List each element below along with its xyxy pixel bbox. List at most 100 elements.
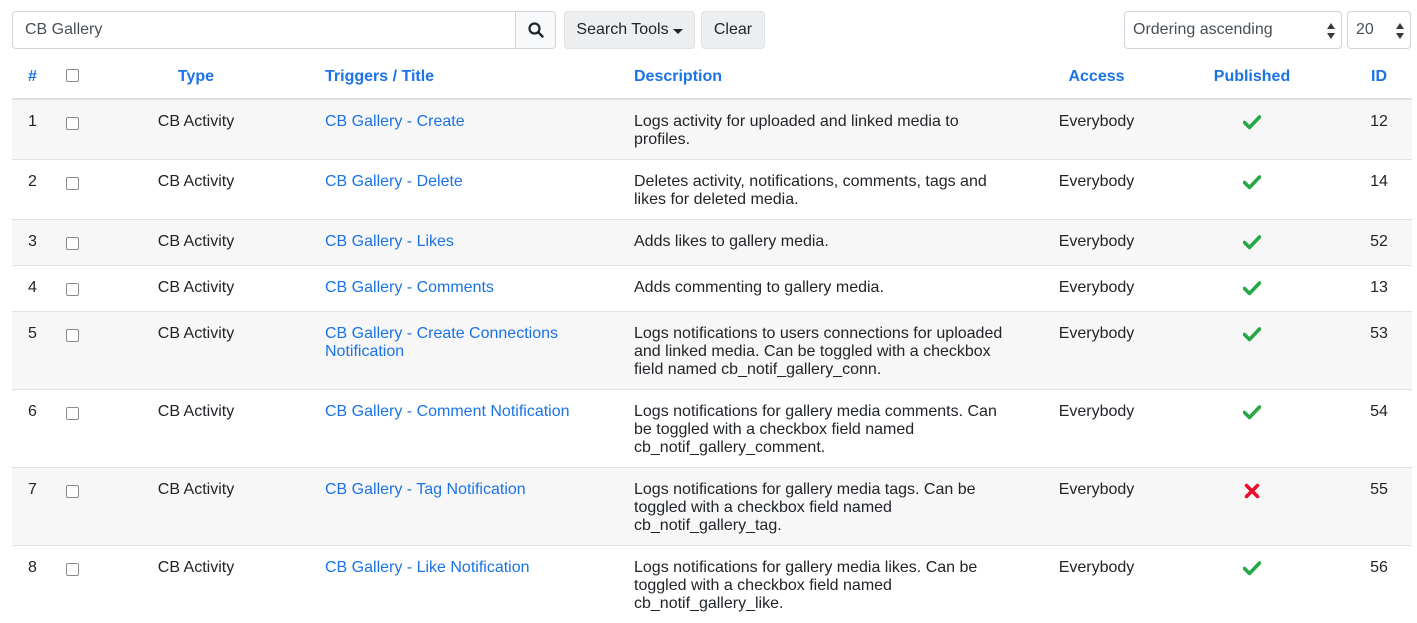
unpublished-cross-icon[interactable] xyxy=(1244,483,1260,504)
row-checkbox[interactable] xyxy=(66,283,79,296)
published-check-icon[interactable] xyxy=(1243,281,1261,301)
table-row: 2CB ActivityCB Gallery - DeleteDeletes a… xyxy=(12,160,1412,220)
row-published-cell xyxy=(1158,468,1346,546)
row-id: 55 xyxy=(1346,468,1412,546)
search-icon xyxy=(528,22,544,38)
row-checkbox[interactable] xyxy=(66,407,79,420)
row-access: Everybody xyxy=(1035,266,1158,312)
row-title-link[interactable]: CB Gallery - Delete xyxy=(325,173,463,190)
ordering-selected: Ordering ascending xyxy=(1133,21,1273,39)
row-id: 12 xyxy=(1346,99,1412,160)
row-type: CB Activity xyxy=(90,99,302,160)
row-number: 6 xyxy=(12,390,54,468)
limit-select[interactable]: 20 xyxy=(1347,11,1411,49)
row-type: CB Activity xyxy=(90,312,302,390)
row-checkbox-cell xyxy=(54,468,90,546)
row-access: Everybody xyxy=(1035,160,1158,220)
search-input[interactable] xyxy=(12,11,516,49)
table-header-row: # Type Triggers / Title Description Acce… xyxy=(12,56,1412,99)
table-row: 3CB ActivityCB Gallery - LikesAdds likes… xyxy=(12,220,1412,266)
published-check-icon[interactable] xyxy=(1243,561,1261,581)
row-type: CB Activity xyxy=(90,390,302,468)
row-type: CB Activity xyxy=(90,266,302,312)
row-published-cell xyxy=(1158,220,1346,266)
row-checkbox-cell xyxy=(54,160,90,220)
published-check-icon[interactable] xyxy=(1243,175,1261,195)
column-header-access[interactable]: Access xyxy=(1035,56,1158,99)
column-header-description[interactable]: Description xyxy=(611,56,1035,99)
row-id: 52 xyxy=(1346,220,1412,266)
row-title-cell: CB Gallery - Comments xyxy=(302,266,611,312)
row-checkbox-cell xyxy=(54,390,90,468)
row-title-link[interactable]: CB Gallery - Like Notification xyxy=(325,559,530,576)
row-description: Logs notifications for gallery media com… xyxy=(611,390,1035,468)
row-number: 7 xyxy=(12,468,54,546)
column-header-title[interactable]: Triggers / Title xyxy=(302,56,611,99)
row-description: Logs activity for uploaded and linked me… xyxy=(611,99,1035,160)
row-title-link[interactable]: CB Gallery - Comment Notification xyxy=(325,403,570,420)
row-title-cell: CB Gallery - Create xyxy=(302,99,611,160)
row-title-link[interactable]: CB Gallery - Tag Notification xyxy=(325,481,526,498)
row-title-cell: CB Gallery - Delete xyxy=(302,160,611,220)
row-published-cell xyxy=(1158,312,1346,390)
row-description: Logs notifications to users connections … xyxy=(611,312,1035,390)
published-check-icon[interactable] xyxy=(1243,405,1261,425)
row-title-link[interactable]: CB Gallery - Likes xyxy=(325,233,454,250)
row-checkbox-cell xyxy=(54,266,90,312)
row-published-cell xyxy=(1158,160,1346,220)
select-arrows-icon xyxy=(1327,23,1335,39)
row-checkbox[interactable] xyxy=(66,237,79,250)
filter-toolbar: Search Tools Clear Ordering ascending 20 xyxy=(12,11,1412,49)
ordering-select[interactable]: Ordering ascending xyxy=(1124,11,1342,49)
row-checkbox[interactable] xyxy=(66,485,79,498)
row-access: Everybody xyxy=(1035,312,1158,390)
row-number: 4 xyxy=(12,266,54,312)
limit-selected: 20 xyxy=(1356,21,1374,39)
row-checkbox[interactable] xyxy=(66,329,79,342)
published-check-icon[interactable] xyxy=(1243,327,1261,347)
caret-down-icon xyxy=(673,29,683,34)
published-check-icon[interactable] xyxy=(1243,115,1261,135)
table-row: 8CB ActivityCB Gallery - Like Notificati… xyxy=(12,546,1412,623)
row-type: CB Activity xyxy=(90,160,302,220)
table-row: 7CB ActivityCB Gallery - Tag Notificatio… xyxy=(12,468,1412,546)
row-title-cell: CB Gallery - Likes xyxy=(302,220,611,266)
select-arrows-icon xyxy=(1396,23,1404,39)
row-checkbox[interactable] xyxy=(66,563,79,576)
search-button[interactable] xyxy=(516,11,556,49)
row-title-link[interactable]: CB Gallery - Comments xyxy=(325,279,494,296)
search-tools-label: Search Tools xyxy=(576,21,668,39)
row-checkbox[interactable] xyxy=(66,177,79,190)
row-number: 2 xyxy=(12,160,54,220)
row-id: 54 xyxy=(1346,390,1412,468)
row-published-cell xyxy=(1158,266,1346,312)
select-all-checkbox[interactable] xyxy=(66,69,79,82)
row-title-cell: CB Gallery - Comment Notification xyxy=(302,390,611,468)
row-number: 5 xyxy=(12,312,54,390)
row-title-cell: CB Gallery - Tag Notification xyxy=(302,468,611,546)
row-checkbox[interactable] xyxy=(66,117,79,130)
row-access: Everybody xyxy=(1035,99,1158,160)
triggers-table: # Type Triggers / Title Description Acce… xyxy=(12,56,1412,623)
row-number: 3 xyxy=(12,220,54,266)
clear-button[interactable]: Clear xyxy=(701,11,765,49)
row-checkbox-cell xyxy=(54,220,90,266)
row-published-cell xyxy=(1158,546,1346,623)
row-access: Everybody xyxy=(1035,220,1158,266)
row-id: 13 xyxy=(1346,266,1412,312)
row-description: Adds likes to gallery media. xyxy=(611,220,1035,266)
column-header-type[interactable]: Type xyxy=(90,56,302,99)
table-row: 4CB ActivityCB Gallery - CommentsAdds co… xyxy=(12,266,1412,312)
published-check-icon[interactable] xyxy=(1243,235,1261,255)
column-header-id[interactable]: ID xyxy=(1346,56,1412,99)
row-id: 56 xyxy=(1346,546,1412,623)
search-group xyxy=(12,11,556,49)
row-type: CB Activity xyxy=(90,546,302,623)
search-tools-button[interactable]: Search Tools xyxy=(564,11,695,49)
row-description: Logs notifications for gallery media lik… xyxy=(611,546,1035,623)
row-description: Logs notifications for gallery media tag… xyxy=(611,468,1035,546)
row-title-link[interactable]: CB Gallery - Create xyxy=(325,113,465,130)
row-title-link[interactable]: CB Gallery - Create Connections Notifica… xyxy=(325,325,558,360)
column-header-published[interactable]: Published xyxy=(1158,56,1346,99)
row-title-cell: CB Gallery - Create Connections Notifica… xyxy=(302,312,611,390)
